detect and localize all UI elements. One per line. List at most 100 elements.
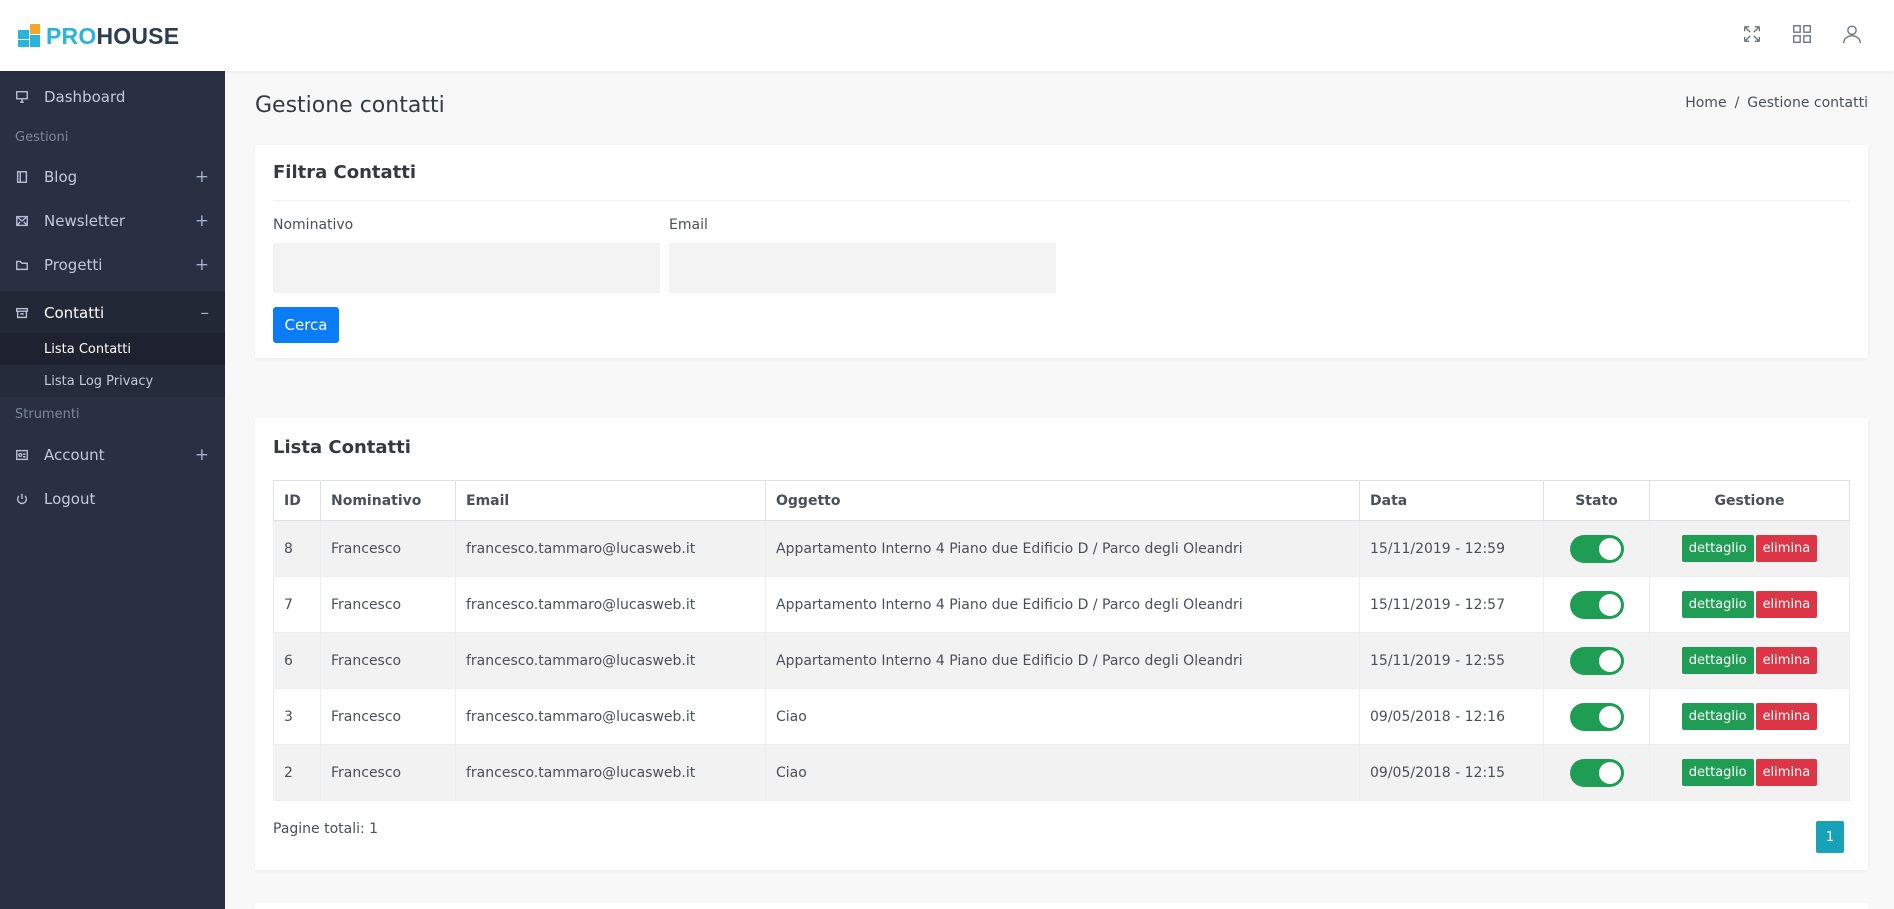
power-icon <box>15 492 29 506</box>
topbar-actions <box>1740 22 1864 46</box>
delete-button[interactable]: elimina <box>1755 535 1818 562</box>
breadcrumb-home[interactable]: Home <box>1685 95 1726 111</box>
detail-button[interactable]: dettaglio <box>1681 535 1754 562</box>
mail-icon <box>15 214 29 228</box>
breadcrumb: Home / Gestione contatti <box>1685 95 1868 111</box>
topbar: PROHOUSE <box>0 0 1894 71</box>
column-header-nominativo: Nominativo <box>320 480 456 521</box>
email-input[interactable] <box>669 243 1056 293</box>
sidebar-section-strumenti: Strumenti <box>15 407 80 422</box>
breadcrumb-current: Gestione contatti <box>1747 95 1868 111</box>
detail-button[interactable]: dettaglio <box>1681 591 1754 618</box>
sidebar-subitem-lista-contatti[interactable]: Lista Contatti <box>0 333 225 365</box>
cell-id: 2 <box>273 744 321 801</box>
delete-button[interactable]: elimina <box>1755 759 1818 786</box>
cell-email: francesco.tammaro@lucasweb.it <box>455 688 766 745</box>
cell-stato <box>1543 744 1650 801</box>
table-row: 6 Francesco francesco.tammaro@lucasweb.it A… <box>273 632 1850 689</box>
column-header-gestione: Gestione <box>1649 480 1850 521</box>
archive-icon <box>15 306 29 320</box>
cell-stato <box>1543 520 1650 577</box>
expand-icon: + <box>194 211 209 231</box>
sidebar-subitem-label: Lista Contatti <box>44 341 131 357</box>
cell-stato <box>1543 576 1650 633</box>
detail-button[interactable]: dettaglio <box>1681 647 1754 674</box>
status-toggle[interactable] <box>1569 534 1624 563</box>
cell-nominativo: Francesco <box>320 688 456 745</box>
column-header-data: Data <box>1359 480 1544 521</box>
cell-email: francesco.tammaro@lucasweb.it <box>455 744 766 801</box>
book-icon <box>15 170 29 184</box>
status-toggle[interactable] <box>1569 758 1624 787</box>
breadcrumb-separator: / <box>1734 95 1740 111</box>
sidebar-section-gestioni: Gestioni <box>15 130 69 145</box>
cell-oggetto: Appartamento Interno 4 Piano due Edifici… <box>765 632 1360 689</box>
sidebar-item-account[interactable]: Account + <box>0 433 225 477</box>
brand-part-1: PRO <box>46 22 97 49</box>
table-header-row: ID Nominativo Email Oggetto Data Stato G… <box>273 480 1850 521</box>
cell-nominativo: Francesco <box>320 576 456 633</box>
status-toggle[interactable] <box>1569 590 1624 619</box>
sidebar: Dashboard Gestioni Blog + Newsletter + P… <box>0 71 225 909</box>
detail-button[interactable]: dettaglio <box>1681 759 1754 786</box>
id-card-icon <box>15 448 29 462</box>
card-divider <box>273 200 1850 201</box>
cell-gestione: dettaglio elimina <box>1649 688 1850 745</box>
cell-nominativo: Francesco <box>320 744 456 801</box>
cell-stato <box>1543 688 1650 745</box>
sidebar-subitem-lista-log-privacy[interactable]: Lista Log Privacy <box>0 365 225 397</box>
delete-button[interactable]: elimina <box>1755 703 1818 730</box>
filter-card: Filtra Contatti Nominativo Email Cerca <box>255 145 1868 358</box>
cell-data: 15/11/2019 - 12:55 <box>1359 632 1544 689</box>
column-header-oggetto: Oggetto <box>765 480 1360 521</box>
expand-icon: + <box>194 167 209 187</box>
cell-id: 8 <box>273 520 321 577</box>
logo[interactable]: PROHOUSE <box>18 22 179 50</box>
cell-data: 09/05/2018 - 12:15 <box>1359 744 1544 801</box>
cell-gestione: dettaglio elimina <box>1649 520 1850 577</box>
pagination-page-1[interactable]: 1 <box>1816 821 1844 853</box>
cell-id: 6 <box>273 632 321 689</box>
sidebar-item-label: Progetti <box>44 256 103 274</box>
column-header-stato: Stato <box>1543 480 1650 521</box>
sidebar-item-dashboard[interactable]: Dashboard <box>0 75 225 119</box>
cell-oggetto: Ciao <box>765 688 1360 745</box>
user-icon[interactable] <box>1840 22 1864 46</box>
sidebar-item-contatti[interactable]: Contatti – <box>0 291 225 335</box>
cell-id: 7 <box>273 576 321 633</box>
sidebar-item-progetti[interactable]: Progetti + <box>0 243 225 287</box>
cell-gestione: dettaglio elimina <box>1649 576 1850 633</box>
filter-card-title: Filtra Contatti <box>273 162 417 183</box>
cell-data: 15/11/2019 - 12:59 <box>1359 520 1544 577</box>
status-toggle[interactable] <box>1569 702 1624 731</box>
cell-nominativo: Francesco <box>320 632 456 689</box>
detail-button[interactable]: dettaglio <box>1681 703 1754 730</box>
apps-grid-icon[interactable] <box>1790 22 1814 46</box>
cell-data: 09/05/2018 - 12:16 <box>1359 688 1544 745</box>
sidebar-item-label: Blog <box>44 168 78 186</box>
fullscreen-icon[interactable] <box>1740 22 1764 46</box>
contacts-list-card: Lista Contatti ID Nominativo Email Ogget… <box>255 418 1868 870</box>
pages-total: Pagine totali: 1 <box>273 821 379 837</box>
cell-stato <box>1543 632 1650 689</box>
nominativo-input[interactable] <box>273 243 660 293</box>
cell-id: 3 <box>273 688 321 745</box>
brand-part-2: HOUSE <box>96 22 180 49</box>
next-card-edge <box>255 903 1868 909</box>
sidebar-item-logout[interactable]: Logout <box>0 477 225 521</box>
nominativo-label: Nominativo <box>273 217 354 233</box>
toggle-knob <box>1598 705 1621 728</box>
search-button[interactable]: Cerca <box>273 307 339 343</box>
delete-button[interactable]: elimina <box>1755 647 1818 674</box>
status-toggle[interactable] <box>1569 646 1624 675</box>
expand-icon: + <box>194 255 209 275</box>
sidebar-item-blog[interactable]: Blog + <box>0 155 225 199</box>
column-header-email: Email <box>455 480 766 521</box>
sidebar-subitem-label: Lista Log Privacy <box>44 373 154 389</box>
table-row: 7 Francesco francesco.tammaro@lucasweb.it A… <box>273 576 1850 633</box>
delete-button[interactable]: elimina <box>1755 591 1818 618</box>
sidebar-item-newsletter[interactable]: Newsletter + <box>0 199 225 243</box>
folder-icon <box>15 258 29 272</box>
toggle-knob <box>1598 649 1621 672</box>
page-title: Gestione contatti <box>255 93 445 118</box>
